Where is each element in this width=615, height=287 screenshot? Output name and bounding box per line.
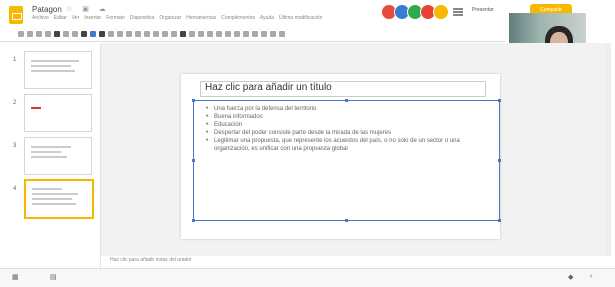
avatar[interactable]: [433, 4, 449, 20]
resize-handle[interactable]: [498, 219, 501, 222]
resize-handle[interactable]: [345, 99, 348, 102]
redo-icon[interactable]: [36, 30, 42, 37]
bullet-item: Despertar del poder consiste parte desde…: [206, 129, 494, 137]
resize-handle[interactable]: [345, 219, 348, 222]
last-edit-link[interactable]: Última modificación: [279, 15, 322, 21]
undo-icon[interactable]: [27, 30, 33, 37]
bullet-item: Legitimar una propuesta, que represente …: [206, 137, 494, 153]
slide-thumbnail[interactable]: [24, 51, 92, 89]
document-title[interactable]: Patagon: [32, 5, 62, 14]
slide-thumbnail-selected[interactable]: [24, 179, 94, 219]
slide-thumbnail[interactable]: [24, 137, 92, 175]
layout-icon[interactable]: [135, 30, 141, 37]
resize-handle[interactable]: [498, 99, 501, 102]
textbox-icon[interactable]: [81, 30, 87, 37]
print-icon[interactable]: [45, 30, 51, 37]
menu-view[interactable]: Ver: [72, 15, 80, 21]
menu-bar: Archivo Editar Ver Insertar Formato Diap…: [32, 15, 322, 21]
line-icon[interactable]: [108, 30, 114, 37]
menu-insert[interactable]: Insertar: [84, 15, 101, 21]
bullet-item: Educación: [206, 121, 494, 129]
clear-format-icon[interactable]: [270, 30, 276, 37]
text-color-icon[interactable]: [207, 30, 213, 37]
title-placeholder[interactable]: Haz clic para añadir un título: [200, 81, 486, 97]
resize-handle[interactable]: [192, 99, 195, 102]
menu-help[interactable]: Ayuda: [260, 15, 274, 21]
transition-icon[interactable]: [153, 30, 159, 37]
menu-tools[interactable]: Herramientas: [186, 15, 216, 21]
comment-icon[interactable]: [117, 30, 123, 37]
font-icon[interactable]: [162, 30, 168, 37]
vertical-scrollbar[interactable]: [605, 43, 611, 256]
align-icon[interactable]: [234, 30, 240, 37]
highlight-icon[interactable]: [216, 30, 222, 37]
slide-number: 4: [13, 186, 17, 192]
comments-icon[interactable]: [453, 8, 463, 16]
slide-thumbnail[interactable]: [24, 94, 92, 132]
bullet-list[interactable]: Una fuerza por la defensa del territorio…: [206, 105, 494, 153]
indent-icon[interactable]: [261, 30, 267, 37]
bottom-bar: ▦ ▤ ◆ ‹: [0, 268, 615, 287]
zoom-icon[interactable]: [63, 30, 69, 37]
font-size-icon[interactable]: [171, 30, 177, 37]
slide-title: Haz clic para añadir un título: [205, 82, 332, 93]
line-spacing-icon[interactable]: [243, 30, 249, 37]
slide-filmstrip: 1 2 3 4: [0, 43, 101, 268]
theme-icon[interactable]: [144, 30, 150, 37]
toolbar: [0, 26, 505, 42]
menu-file[interactable]: Archivo: [32, 15, 49, 21]
menu-format[interactable]: Formato: [106, 15, 125, 21]
filmstrip-view-icon[interactable]: ▤: [50, 273, 57, 281]
menu-arrange[interactable]: Organizar: [159, 15, 181, 21]
link-icon[interactable]: [225, 30, 231, 37]
resize-handle[interactable]: [498, 159, 501, 162]
menu-addons[interactable]: Complementos: [221, 15, 255, 21]
bullet-item: Una fuerza por la defensa del territorio: [206, 105, 494, 113]
collapse-icon[interactable]: ‹: [590, 273, 592, 280]
menu-slide[interactable]: Diapositiva: [130, 15, 154, 21]
title-icons[interactable]: ☆ ▣ ☁: [66, 5, 110, 13]
slide-number: 2: [13, 100, 17, 106]
underline-icon[interactable]: [198, 30, 204, 37]
resize-handle[interactable]: [192, 219, 195, 222]
image-icon[interactable]: [90, 30, 96, 37]
list-icon[interactable]: [252, 30, 258, 37]
add-slide-icon[interactable]: [18, 30, 24, 37]
background-icon[interactable]: [126, 30, 132, 37]
collaborator-avatars: [381, 4, 449, 20]
slide-number: 3: [13, 143, 17, 149]
speaker-notes[interactable]: Haz clic para añadir notas del orador: [110, 257, 192, 263]
explore-icon[interactable]: ◆: [568, 273, 573, 281]
paint-format-icon[interactable]: [54, 30, 60, 37]
italic-icon[interactable]: [189, 30, 195, 37]
body-textbox-selected[interactable]: Una fuerza por la defensa del territorio…: [192, 99, 501, 222]
more-icon[interactable]: [279, 30, 285, 37]
bullet-item: Buena informados: [206, 113, 494, 121]
resize-handle[interactable]: [192, 159, 195, 162]
grid-view-icon[interactable]: ▦: [12, 273, 19, 281]
present-button[interactable]: Presentar: [472, 7, 494, 13]
menu-edit[interactable]: Editar: [54, 15, 67, 21]
select-icon[interactable]: [72, 30, 78, 37]
shape-icon[interactable]: [99, 30, 105, 37]
slides-logo[interactable]: [9, 6, 23, 24]
slide-number: 1: [13, 57, 17, 63]
bold-icon[interactable]: [180, 30, 186, 37]
